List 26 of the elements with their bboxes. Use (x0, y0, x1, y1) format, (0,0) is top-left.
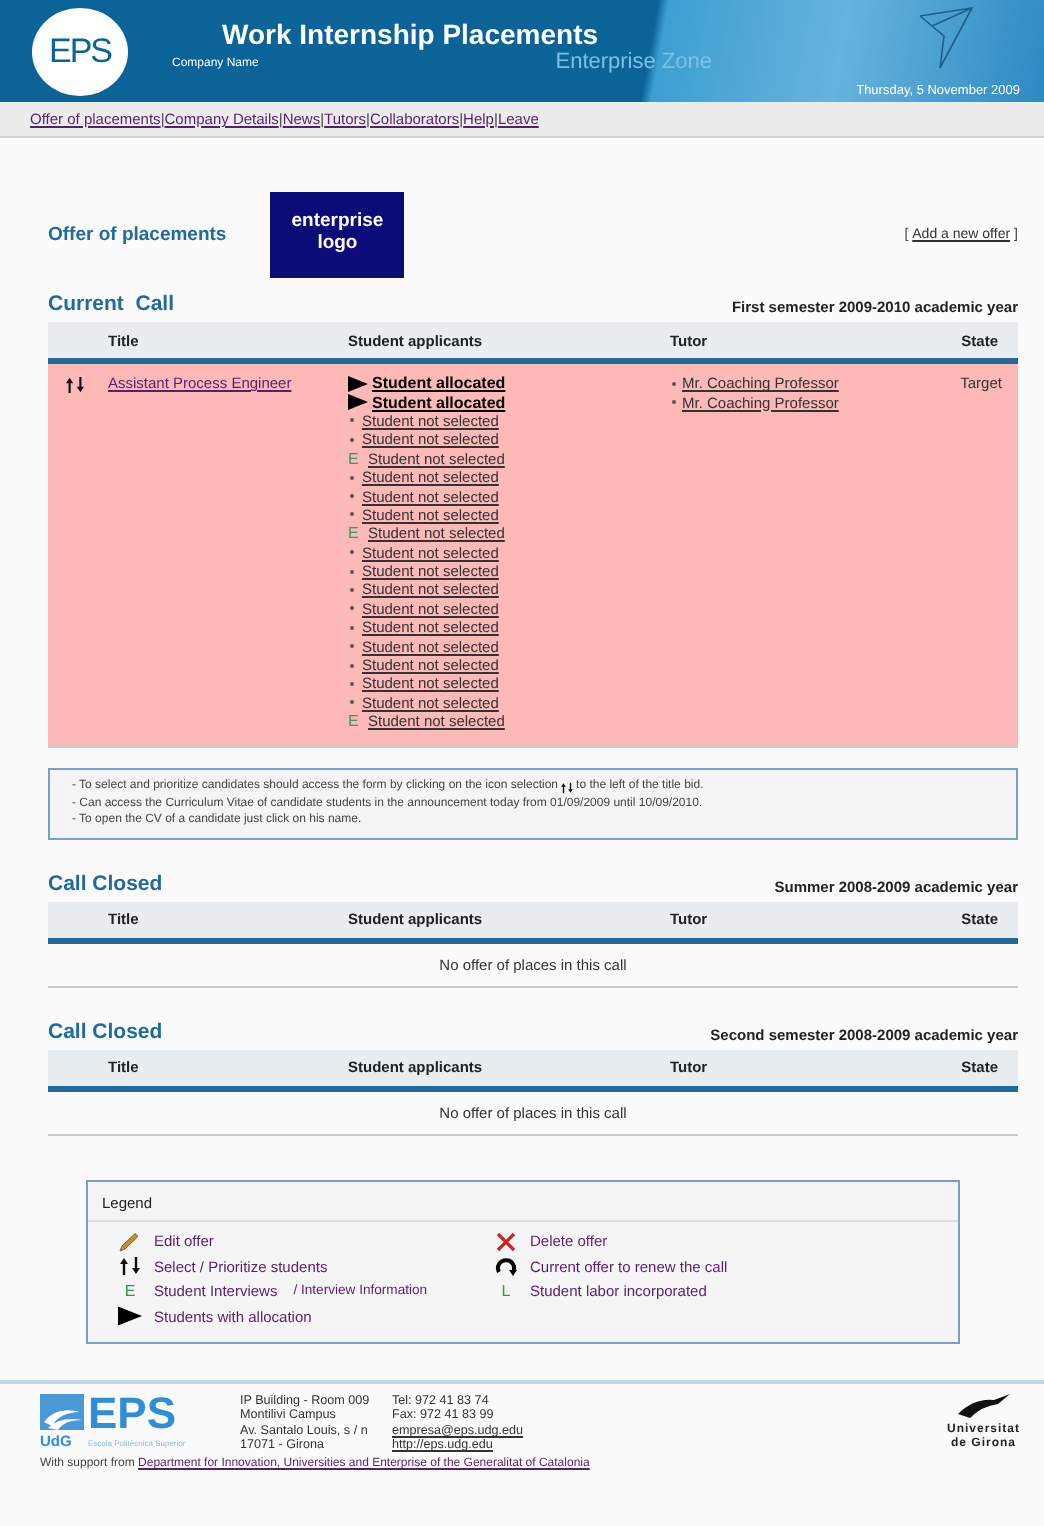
section-heading: Current Call (48, 292, 175, 316)
enterprise-logo: enterprise logo (270, 191, 405, 277)
bird-logo-icon (957, 1393, 1010, 1418)
student-link[interactable]: Student allocated (372, 393, 506, 412)
interview-marker: E (348, 712, 361, 731)
logo: EPS (32, 8, 128, 96)
footer-logo-text: EPS (88, 1393, 179, 1434)
close-icon (494, 1231, 518, 1252)
paper-plane-icon (916, 4, 976, 72)
wave-logo-icon (40, 1393, 84, 1430)
site-title: Work Internship Placements (222, 18, 601, 50)
letter-icon: E (118, 1282, 142, 1301)
sort-arrows-icon (560, 781, 575, 794)
sort-arrows-icon (118, 1256, 142, 1277)
interview-marker: E (348, 449, 361, 468)
site-subtitle: Enterprise Zone (555, 50, 712, 74)
section-heading: Call Closed (48, 871, 163, 896)
circular-arrow-icon (494, 1256, 518, 1277)
student-link[interactable]: Student allocated (372, 374, 506, 393)
letter-icon: L (494, 1282, 518, 1301)
section-heading: Call Closed (48, 1019, 163, 1044)
interview-marker: E (348, 524, 361, 543)
page-heading: Offer of placements (48, 223, 227, 245)
sort-arrows-icon (64, 376, 86, 394)
pencil-icon (118, 1231, 142, 1252)
play-triangle-icon (118, 1306, 142, 1327)
